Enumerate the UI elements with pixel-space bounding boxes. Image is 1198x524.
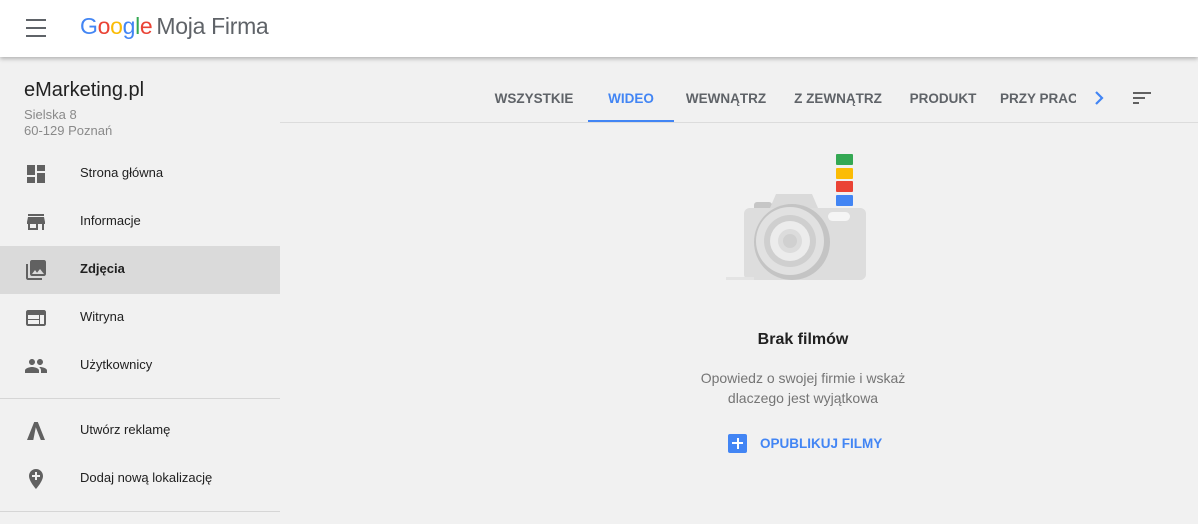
tab-video[interactable]: WIDEO (588, 74, 674, 122)
tab-product[interactable]: PRODUKT (902, 74, 984, 122)
store-icon (27, 214, 45, 230)
sidebar-item-label: Utwórz reklamę (80, 422, 171, 437)
add-box-icon (728, 433, 747, 453)
tab-all[interactable]: WSZYSTKIE (485, 74, 583, 122)
people-icon (25, 359, 47, 373)
sidebar-item-label: Informacje (80, 213, 141, 228)
empty-state-description: Opowiedz o swojej firmie i wskaż dlaczeg… (700, 370, 906, 406)
menu-icon (26, 19, 46, 21)
photo-library-icon (26, 260, 46, 280)
photo-category-tabs: WSZYSTKIE WIDEO WEWNĄTRZ Z ZEWNĄTRZ PROD… (280, 74, 1198, 123)
business-address-line2: 60-129 Poznań (24, 123, 113, 138)
sidebar-item-home[interactable]: Strona główna (0, 150, 280, 198)
web-icon (26, 310, 46, 326)
sidebar-item-info[interactable]: Informacje (0, 198, 280, 246)
sidebar-item-label: Strona główna (80, 165, 164, 180)
sidebar-divider (0, 398, 280, 399)
sidebar-item-users[interactable]: Użytkownicy (0, 342, 280, 390)
sidebar-item-label: Użytkownicy (80, 357, 153, 372)
business-address-line1: Sielska 8 (24, 107, 77, 122)
sidebar-item-label: Dodaj nową lokalizację (80, 470, 213, 485)
sidebar-item-add-location[interactable]: Dodaj nową lokalizację (0, 455, 280, 503)
product-logo[interactable]: Google Moja Firma (80, 13, 269, 40)
tab-interior[interactable]: WEWNĄTRZ (679, 74, 773, 122)
tab-at-work[interactable]: PRZY PRACY (1000, 74, 1076, 122)
business-name: eMarketing.pl (24, 79, 145, 101)
sidebar: eMarketing.pl Sielska 8 60-129 Poznań St… (0, 57, 280, 524)
add-location-icon (29, 469, 43, 489)
tab-exterior[interactable]: Z ZEWNĄTRZ (786, 74, 890, 122)
product-name: Moja Firma (156, 13, 269, 39)
camera-illustration-icon (726, 154, 866, 280)
publish-videos-button[interactable]: OPUBLIKUJ FILMY (728, 430, 882, 456)
menu-button[interactable] (24, 18, 48, 38)
google-logo: Google (80, 13, 153, 39)
dashboard-icon (27, 165, 45, 183)
sidebar-item-label: Zdjęcia (80, 261, 125, 276)
sidebar-item-create-ad[interactable]: Utwórz reklamę (0, 407, 280, 455)
app-header: Google Moja Firma (0, 0, 1198, 57)
sidebar-item-website[interactable]: Witryna (0, 294, 280, 342)
chevron-right-icon[interactable] (1090, 86, 1110, 110)
sidebar-item-photos[interactable]: Zdjęcia (0, 246, 280, 294)
sidebar-item-label: Witryna (80, 309, 125, 324)
sidebar-divider (0, 511, 280, 512)
empty-state-title: Brak filmów (757, 331, 849, 348)
sort-icon[interactable] (1130, 86, 1154, 110)
google-ads-icon (27, 422, 45, 440)
